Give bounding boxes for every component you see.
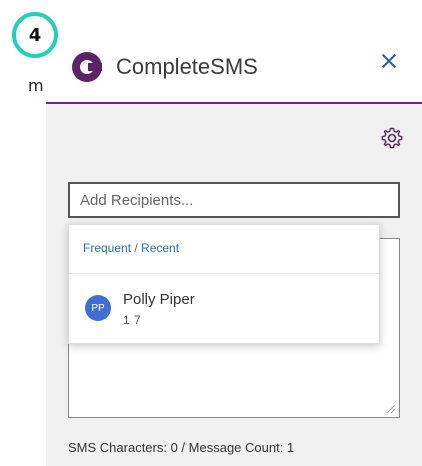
panel-header: CompleteSMS xyxy=(46,12,422,104)
contact-phone: 1 7 xyxy=(123,313,142,327)
left-background-strip: m xyxy=(0,0,46,466)
contact-name: Polly Piper xyxy=(123,291,195,308)
step-badge: 4 xyxy=(12,12,58,58)
app-title: CompleteSMS xyxy=(116,54,258,79)
close-icon[interactable] xyxy=(380,52,398,70)
resize-handle-icon[interactable] xyxy=(385,403,395,413)
completesms-logo-icon xyxy=(72,52,102,82)
sms-status-text: SMS Characters: 0 / Message Count: 1 xyxy=(68,440,295,455)
frequent-recent-label: Frequent / Recent xyxy=(83,241,180,255)
contact-suggestion[interactable]: PP Polly Piper 1 7 xyxy=(69,273,379,343)
recipient-suggestions-dropdown: Frequent / Recent PP Polly Piper 1 7 xyxy=(68,224,380,344)
add-recipients-input[interactable] xyxy=(68,182,400,218)
avatar: PP xyxy=(85,295,111,321)
gear-icon[interactable] xyxy=(380,126,404,150)
completesms-panel: CompleteSMS Frequent / Recent PP Polly P… xyxy=(46,12,422,466)
left-strip-text: m xyxy=(28,76,44,95)
screenshot-stage: m 4 CompleteSMS Frequent / Recent PP Pol… xyxy=(0,0,422,466)
